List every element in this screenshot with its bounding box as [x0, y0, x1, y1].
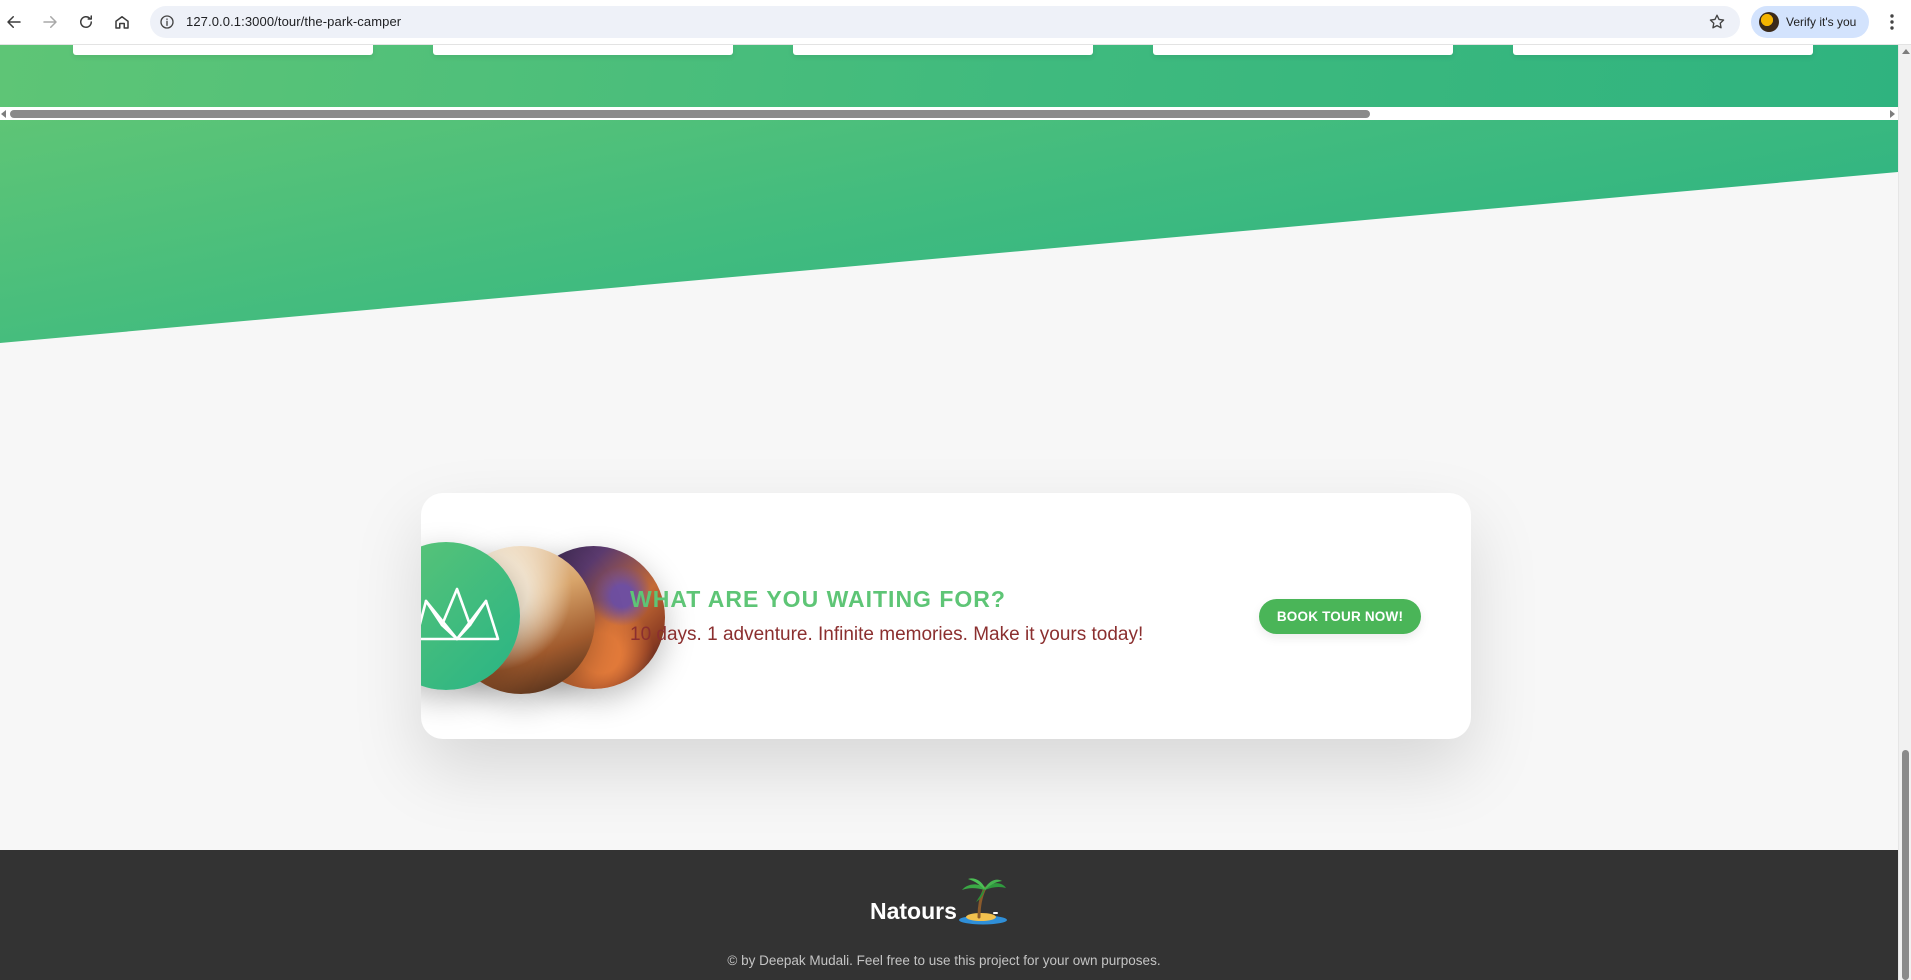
- footer: Natours © by Deepak Mudali. Feel free to…: [0, 850, 1898, 980]
- verify-profile-button[interactable]: Verify it's you: [1751, 6, 1869, 38]
- forward-icon[interactable]: [38, 10, 62, 34]
- reviews-section: [0, 45, 1898, 107]
- crown-logo-icon: [421, 587, 500, 641]
- cta-heading: What are you waiting for?: [630, 586, 1006, 612]
- book-tour-button[interactable]: Book tour now!: [1259, 599, 1421, 634]
- scroll-up-arrow-icon[interactable]: [1902, 49, 1910, 54]
- reload-icon[interactable]: [74, 10, 98, 34]
- review-card: [1153, 45, 1453, 55]
- horizontal-scroll-thumb[interactable]: [10, 110, 1370, 118]
- review-card: [793, 45, 1093, 55]
- page-content: What are you waiting for? 10 days. 1 adv…: [0, 45, 1898, 980]
- footer-logo-text[interactable]: Natours: [870, 896, 957, 926]
- review-card: [433, 45, 733, 55]
- scroll-left-arrow-icon[interactable]: [1, 110, 6, 118]
- bookmark-star-icon[interactable]: [1708, 13, 1726, 31]
- cta-subtext: 10 days. 1 adventure. Infinite memories.…: [630, 624, 1144, 645]
- footer-copyright: © by Deepak Mudali. Feel free to use thi…: [727, 953, 1161, 968]
- browser-toolbar: 127.0.0.1:3000/tour/the-park-camper Veri…: [0, 0, 1911, 45]
- verify-label: Verify it's you: [1786, 15, 1857, 29]
- review-card: [73, 45, 373, 55]
- cta-card: What are you waiting for? 10 days. 1 adv…: [421, 493, 1471, 739]
- scroll-right-arrow-icon[interactable]: [1890, 110, 1895, 118]
- horizontal-scrollbar[interactable]: [0, 107, 1898, 120]
- review-card: [1513, 45, 1813, 55]
- palm-island-icon: [958, 878, 1007, 925]
- vertical-scroll-thumb[interactable]: [1902, 750, 1909, 980]
- url-text[interactable]: 127.0.0.1:3000/tour/the-park-camper: [186, 14, 401, 29]
- kebab-menu-icon[interactable]: [1880, 10, 1904, 34]
- cta-text-block: What are you waiting for? 10 days. 1 adv…: [630, 585, 1190, 647]
- address-bar[interactable]: 127.0.0.1:3000/tour/the-park-camper: [150, 6, 1740, 38]
- home-icon[interactable]: [110, 10, 134, 34]
- vertical-scrollbar[interactable]: [1898, 45, 1911, 980]
- footer-logo[interactable]: Natours: [870, 876, 1009, 926]
- info-icon[interactable]: [159, 14, 175, 30]
- skewed-green-divider: [0, 120, 1898, 345]
- profile-avatar: [1759, 12, 1779, 32]
- browser-window: 127.0.0.1:3000/tour/the-park-camper Veri…: [0, 0, 1911, 980]
- back-icon[interactable]: [2, 10, 26, 34]
